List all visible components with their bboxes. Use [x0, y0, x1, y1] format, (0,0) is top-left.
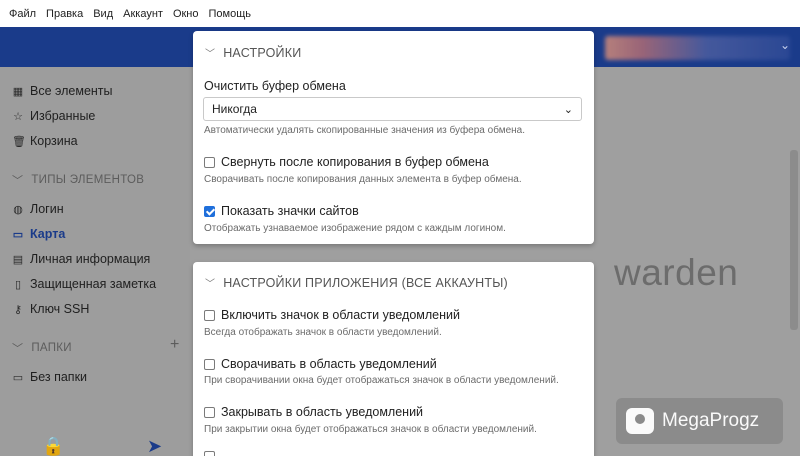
- folders-group-title: ПАПКИ: [31, 342, 72, 354]
- id-card-icon: ▤: [12, 253, 24, 266]
- menu-help[interactable]: Помощь: [204, 8, 257, 20]
- chevron-down-icon: ﹀: [12, 175, 24, 187]
- watermark-text: MegaProgz: [662, 410, 760, 431]
- chat-bubble-icon: [626, 408, 654, 434]
- minimize-on-copy-help: Сворачивать после копирования данных эле…: [204, 174, 522, 185]
- settings-card: ﹀ НАСТРОЙКИ Очистить буфер обмена Никогд…: [193, 31, 594, 244]
- sidebar-item-card[interactable]: ▭ Карта: [12, 227, 65, 241]
- chevron-down-icon: ﹀: [12, 343, 24, 355]
- show-favicons-checkbox[interactable]: [204, 205, 215, 217]
- grid-icon: ▦: [12, 85, 24, 98]
- minimize-to-tray-label: Сворачивать в область уведомлений: [221, 357, 437, 371]
- show-favicons-row[interactable]: Показать значки сайтов: [204, 204, 359, 218]
- watermark-badge: MegaProgz: [616, 398, 783, 444]
- settings-section-header[interactable]: ﹀ НАСТРОЙКИ: [205, 45, 302, 61]
- globe-icon: ◍: [13, 203, 23, 216]
- lock-icon[interactable]: 🔒: [42, 436, 64, 456]
- close-to-tray-help: При закрытии окна будет отображаться зна…: [204, 424, 537, 435]
- brand-text: warden: [614, 252, 739, 293]
- next-option-row[interactable]: [204, 451, 215, 456]
- chevron-down-icon: ﹀: [205, 279, 216, 290]
- minimize-to-tray-checkbox[interactable]: [204, 358, 215, 370]
- sidebar-item-label: Логин: [30, 202, 64, 216]
- chevron-down-icon: ⌄: [563, 103, 573, 116]
- send-icon[interactable]: ➤: [147, 436, 162, 456]
- sidebar-item-identity[interactable]: ▤ Личная информация: [12, 252, 151, 266]
- folder-icon: ▭: [12, 371, 24, 384]
- star-icon: ☆: [13, 110, 23, 123]
- sidebar-item-label: Без папки: [30, 370, 88, 384]
- folders-group-header[interactable]: ﹀ ПАПКИ: [12, 340, 72, 356]
- menu-window[interactable]: Окно: [168, 8, 204, 20]
- app-settings-title: НАСТРОЙКИ ПРИЛОЖЕНИЯ (ВСЕ АККАУНТЫ): [223, 275, 508, 290]
- menu-bar: Файл Правка Вид Аккаунт Окно Помощь: [0, 0, 800, 27]
- menu-file[interactable]: Файл: [4, 8, 41, 20]
- close-to-tray-checkbox[interactable]: [204, 406, 215, 418]
- minimize-on-copy-checkbox[interactable]: [204, 156, 215, 168]
- sidebar-item-no-folder[interactable]: ▭ Без папки: [12, 370, 87, 384]
- sidebar-item-favorites[interactable]: ☆ Избранные: [12, 109, 95, 123]
- sidebar-item-label: Ключ SSH: [30, 302, 90, 316]
- sidebar-item-trash[interactable]: 🗑 Корзина: [12, 134, 78, 148]
- app-settings-section-header[interactable]: ﹀ НАСТРОЙКИ ПРИЛОЖЕНИЯ (ВСЕ АККАУНТЫ): [205, 275, 508, 291]
- tray-icon-label: Включить значок в области уведомлений: [221, 308, 460, 322]
- tray-icon-help: Всегда отображать значок в области уведо…: [204, 327, 442, 338]
- close-to-tray-row[interactable]: Закрывать в область уведомлений: [204, 405, 423, 419]
- credit-card-icon: ▭: [12, 228, 24, 241]
- sidebar-item-secure-note[interactable]: ▯ Защищенная заметка: [12, 277, 156, 291]
- minimize-to-tray-row[interactable]: Сворачивать в область уведомлений: [204, 357, 437, 371]
- minimize-on-copy-row[interactable]: Свернуть после копирования в буфер обмен…: [204, 155, 489, 169]
- sidebar-item-label: Все элементы: [30, 84, 113, 98]
- clipboard-select[interactable]: Никогда ⌄: [203, 97, 582, 121]
- minimize-on-copy-label: Свернуть после копирования в буфер обмен…: [221, 155, 489, 169]
- key-icon: ⚷: [13, 303, 23, 316]
- show-favicons-label: Показать значки сайтов: [221, 204, 359, 218]
- chevron-down-icon[interactable]: ⌄: [780, 38, 790, 52]
- menu-view[interactable]: Вид: [88, 8, 118, 20]
- scrollbar[interactable]: [790, 150, 798, 330]
- tray-icon-row[interactable]: Включить значок в области уведомлений: [204, 308, 460, 322]
- sidebar-item-all[interactable]: ▦ Все элементы: [12, 84, 113, 98]
- trash-icon: 🗑: [12, 135, 26, 148]
- next-option-checkbox[interactable]: [204, 451, 215, 456]
- sidebar-item-label: Корзина: [30, 134, 78, 148]
- show-favicons-help: Отображать узнаваемое изображение рядом …: [204, 223, 506, 234]
- clipboard-help: Автоматически удалять скопированные знач…: [204, 125, 526, 136]
- clipboard-label: Очистить буфер обмена: [204, 79, 346, 93]
- close-to-tray-label: Закрывать в область уведомлений: [221, 405, 424, 419]
- sidebar-item-label: Защищенная заметка: [30, 277, 157, 291]
- sidebar-item-label: Карта: [30, 227, 66, 241]
- tray-icon-checkbox[interactable]: [204, 309, 215, 321]
- app-settings-card: ﹀ НАСТРОЙКИ ПРИЛОЖЕНИЯ (ВСЕ АККАУНТЫ) Вк…: [193, 262, 594, 456]
- chevron-down-icon: ﹀: [205, 49, 216, 60]
- note-icon: ▯: [14, 278, 22, 291]
- sidebar-item-login[interactable]: ◍ Логин: [12, 202, 64, 216]
- menu-edit[interactable]: Правка: [41, 8, 88, 20]
- sidebar-item-label: Личная информация: [30, 252, 151, 266]
- sidebar-item-ssh-key[interactable]: ⚷ Ключ SSH: [12, 302, 89, 316]
- types-group-title: ТИПЫ ЭЛЕМЕНТОВ: [31, 174, 145, 186]
- types-group-header[interactable]: ﹀ ТИПЫ ЭЛЕМЕНТОВ: [12, 172, 144, 188]
- minimize-to-tray-help: При сворачивании окна будет отображаться…: [204, 375, 559, 386]
- add-folder-button[interactable]: +: [170, 336, 179, 354]
- sidebar-item-label: Избранные: [30, 109, 96, 123]
- clipboard-select-value: Никогда: [212, 102, 257, 116]
- account-switcher[interactable]: [605, 36, 790, 60]
- menu-account[interactable]: Аккаунт: [118, 8, 168, 20]
- settings-title: НАСТРОЙКИ: [223, 45, 302, 60]
